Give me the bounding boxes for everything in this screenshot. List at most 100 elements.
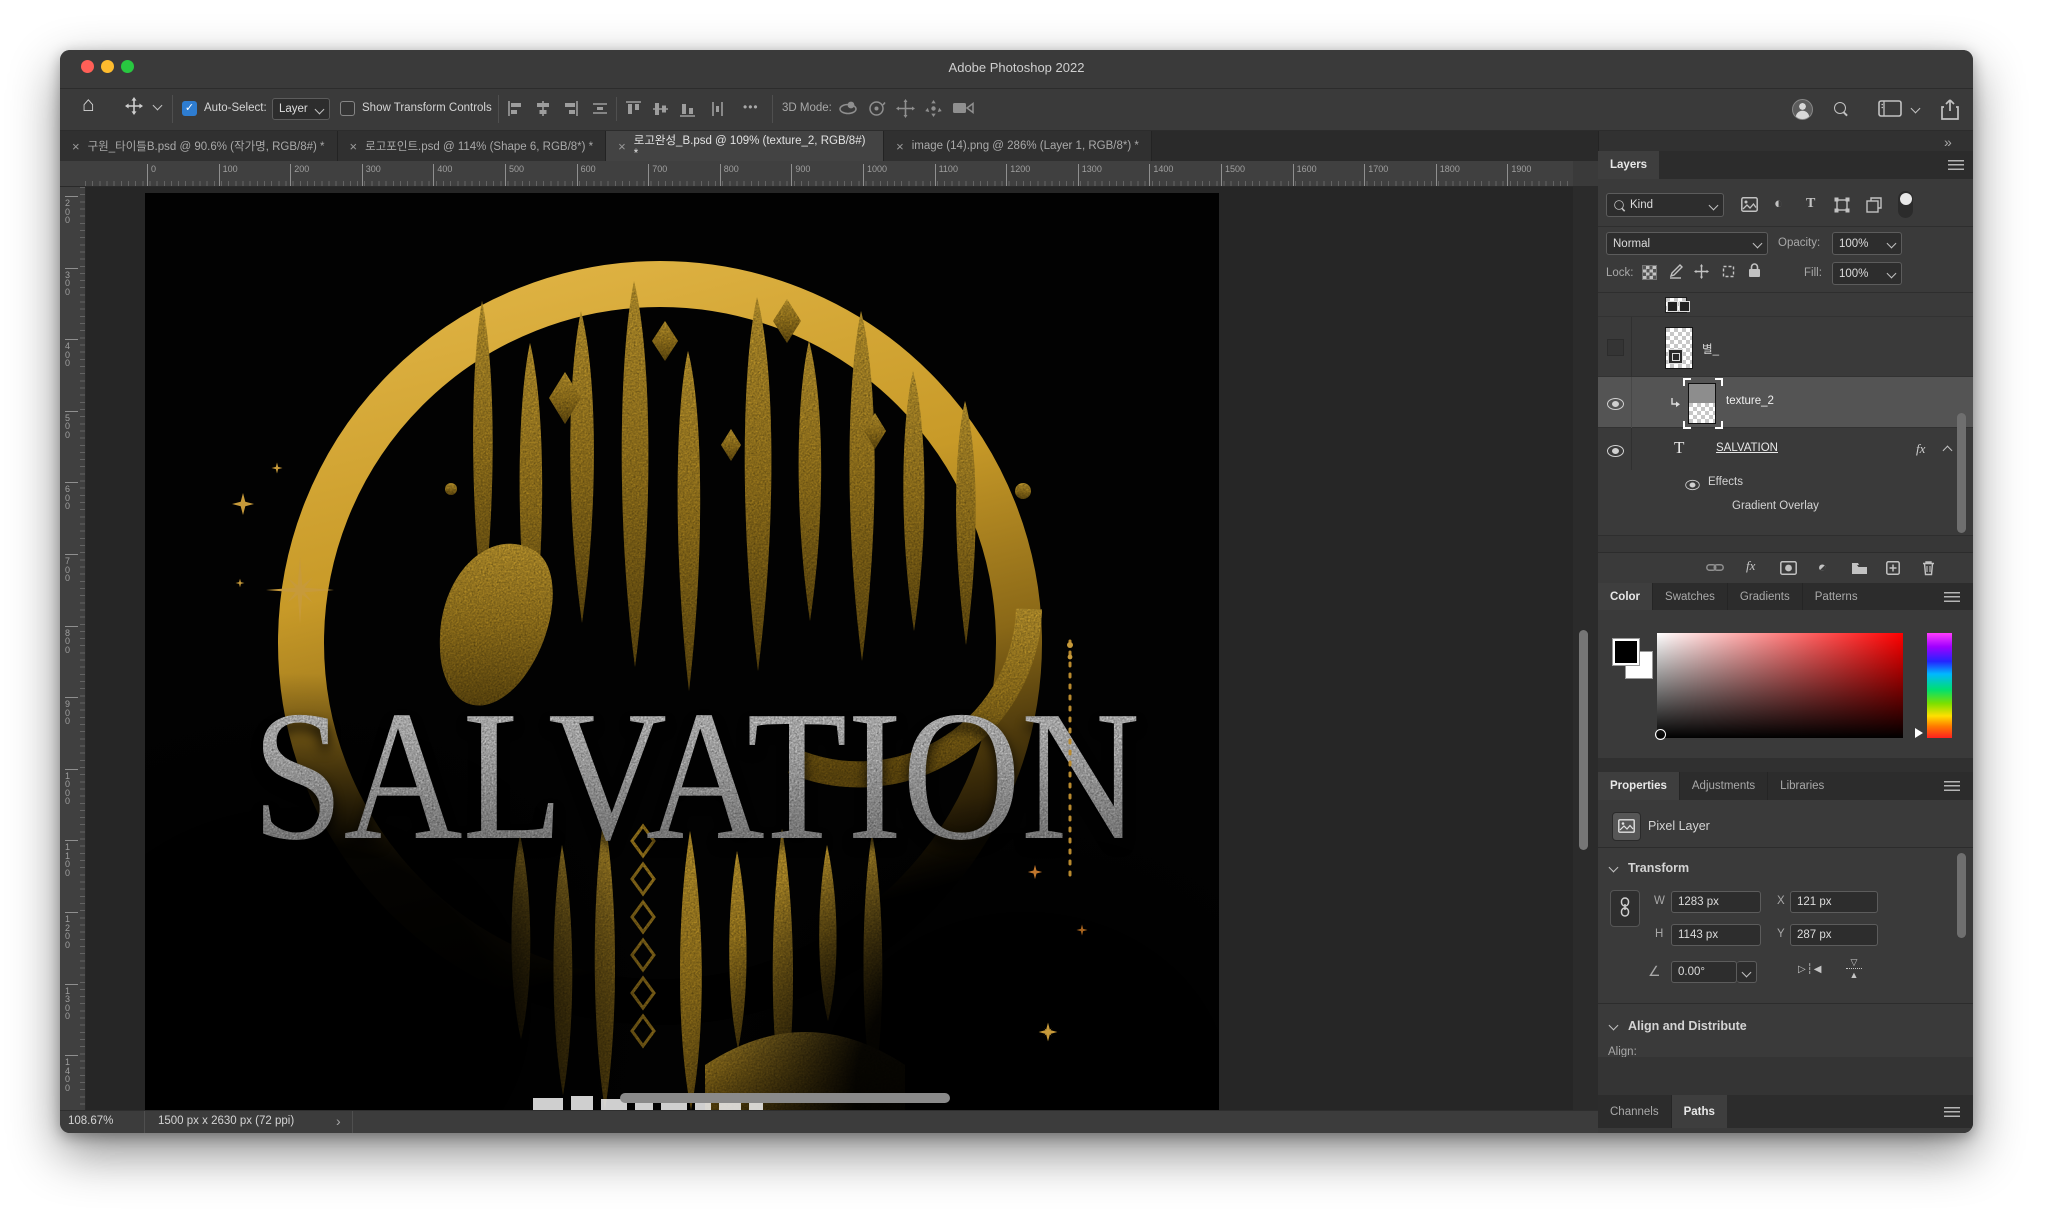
fx-collapse-chevron-icon[interactable] xyxy=(1943,446,1953,456)
tab-properties[interactable]: Properties xyxy=(1598,772,1679,800)
layer-name[interactable]: texture_2 xyxy=(1726,395,1774,407)
delete-layer-icon[interactable] xyxy=(1922,560,1935,576)
filter-smart-objects-icon[interactable] xyxy=(1866,197,1882,213)
layer-style-fx-icon[interactable]: fx xyxy=(1746,558,1755,574)
share-icon[interactable] xyxy=(1940,98,1960,120)
opacity-field[interactable]: 100% xyxy=(1832,232,1902,255)
layer-row-partial[interactable] xyxy=(1598,293,1973,317)
layer-row-star[interactable]: 별_ xyxy=(1598,317,1973,377)
workspace-chevron-icon[interactable] xyxy=(1911,104,1921,114)
filter-shape-layers-icon[interactable] xyxy=(1834,197,1850,213)
tab-color[interactable]: Color xyxy=(1598,583,1652,610)
x-field[interactable]: 121 px xyxy=(1790,891,1878,913)
canvas[interactable]: SALVATION SALVATION SALVATION xyxy=(145,193,1219,1110)
effect-name[interactable]: Gradient Overlay xyxy=(1732,500,1819,512)
align-right-edges-icon[interactable] xyxy=(562,101,578,116)
distribute-horizontal-icon[interactable] xyxy=(592,101,608,116)
tab-channels[interactable]: Channels xyxy=(1598,1095,1671,1128)
doc-tab-3-active[interactable]: × 로고완성_B.psd @ 109% (texture_2, RGB/8#) … xyxy=(606,131,884,161)
align-vertical-centers-icon[interactable] xyxy=(653,101,668,117)
lock-artboard-icon[interactable] xyxy=(1721,264,1736,279)
foreground-color-swatch[interactable] xyxy=(1612,638,1640,666)
tab-libraries[interactable]: Libraries xyxy=(1767,772,1836,800)
link-layers-icon[interactable] xyxy=(1706,562,1724,573)
layer-row-salvation[interactable]: T SALVATION fx xyxy=(1598,428,1973,470)
new-group-icon[interactable] xyxy=(1851,562,1868,575)
close-icon[interactable]: × xyxy=(350,139,358,154)
align-collapse-chevron-icon[interactable] xyxy=(1609,1021,1619,1031)
fil​ter-adjustment-layers-icon[interactable]: ◐ xyxy=(1774,196,1783,212)
distribute-vertical-icon[interactable] xyxy=(710,101,725,117)
blend-mode-dropdown[interactable]: Normal xyxy=(1606,232,1768,255)
3d-roll-icon[interactable] xyxy=(867,99,886,118)
tab-swatches[interactable]: Swatches xyxy=(1652,583,1727,610)
move-tool-chevron-icon[interactable] xyxy=(153,101,163,111)
close-icon[interactable]: × xyxy=(896,139,904,154)
filter-pixel-layers-icon[interactable] xyxy=(1741,197,1758,212)
zoom-level[interactable]: 108.67% xyxy=(68,1115,113,1127)
layer-filter-dropdown[interactable]: Kind xyxy=(1606,193,1724,217)
layer-name[interactable]: 별_ xyxy=(1702,341,1719,357)
properties-scrollbar[interactable] xyxy=(1957,853,1966,938)
wh-link-button[interactable] xyxy=(1610,890,1640,927)
color-picker-ring[interactable] xyxy=(1655,729,1666,740)
doc-tab-2[interactable]: × 로고포인트.psd @ 114% (Shape 6, RGB/8*) * xyxy=(338,131,607,161)
3d-camera-icon[interactable] xyxy=(953,101,975,115)
gradient-overlay-row[interactable]: Gradient Overlay xyxy=(1598,496,1973,520)
tab-patterns[interactable]: Patterns xyxy=(1802,583,1870,610)
effects-row[interactable]: Effects xyxy=(1598,470,1973,496)
show-transform-checkbox[interactable] xyxy=(340,101,355,116)
doc-info[interactable]: 1500 px x 2630 px (72 ppi) xyxy=(158,1115,294,1127)
horizontal-scrollbar[interactable] xyxy=(620,1093,950,1103)
align-top-edges-icon[interactable] xyxy=(626,101,641,117)
hue-strip[interactable] xyxy=(1927,633,1952,738)
visibility-eye-icon[interactable] xyxy=(1607,445,1624,457)
more-align-options-icon[interactable]: ••• xyxy=(743,100,759,114)
transform-collapse-chevron-icon[interactable] xyxy=(1609,863,1619,873)
layers-menu-icon[interactable] xyxy=(1948,160,1964,170)
lock-position-icon[interactable] xyxy=(1694,264,1709,279)
bottom-panel-menu-icon[interactable] xyxy=(1944,1107,1960,1117)
vertical-scrollbar[interactable] xyxy=(1579,630,1588,850)
3d-pan-icon[interactable] xyxy=(896,99,915,118)
lock-transparent-icon[interactable] xyxy=(1642,265,1657,280)
layer-row-texture2-selected[interactable]: texture_2 xyxy=(1598,377,1973,428)
align-horizontal-centers-icon[interactable] xyxy=(535,101,551,116)
saturation-brightness-field[interactable] xyxy=(1657,633,1903,738)
close-icon[interactable]: × xyxy=(72,139,80,154)
effects-eye-icon[interactable] xyxy=(1685,480,1699,490)
filter-toggle[interactable] xyxy=(1898,191,1913,218)
doc-tab-4[interactable]: × image (14).png @ 286% (Layer 1, RGB/8*… xyxy=(884,131,1152,161)
tab-paths[interactable]: Paths xyxy=(1671,1095,1727,1128)
auto-select-checkbox[interactable] xyxy=(182,101,197,116)
adjustment-layer-icon[interactable]: ◐ xyxy=(1813,558,1831,576)
home-icon[interactable]: ⌂ xyxy=(82,93,95,117)
visibility-toggle[interactable] xyxy=(1607,339,1624,356)
3d-slide-icon[interactable] xyxy=(924,99,943,118)
y-field[interactable]: 287 px xyxy=(1790,924,1878,946)
status-chevron-icon[interactable]: › xyxy=(336,1113,341,1129)
horizontal-ruler[interactable]: 0100200300400500600700800900100011001200… xyxy=(85,161,1573,187)
flip-vertical-icon[interactable]: ▽ ▲ xyxy=(1846,958,1862,979)
layer-thumbnail[interactable] xyxy=(1688,383,1716,424)
new-layer-icon[interactable] xyxy=(1886,561,1900,575)
color-menu-icon[interactable] xyxy=(1944,592,1960,602)
add-mask-icon[interactable] xyxy=(1780,561,1797,575)
layers-scrollbar[interactable] xyxy=(1957,413,1966,533)
align-bottom-edges-icon[interactable] xyxy=(680,101,695,117)
tab-layers[interactable]: Layers xyxy=(1598,151,1659,179)
tab-adjustments[interactable]: Adjustments xyxy=(1679,772,1767,800)
collapse-panels-icon[interactable]: » xyxy=(1944,134,1952,150)
angle-dropdown[interactable] xyxy=(1737,961,1757,983)
align-left-edges-icon[interactable] xyxy=(508,101,524,116)
lock-image-icon[interactable] xyxy=(1668,264,1683,279)
account-avatar[interactable] xyxy=(1792,99,1813,120)
filter-type-layers-icon[interactable]: T xyxy=(1806,196,1815,212)
workspace-switcher-icon[interactable] xyxy=(1878,100,1902,117)
search-icon[interactable] xyxy=(1834,102,1846,114)
angle-field[interactable]: 0.00° xyxy=(1671,961,1737,983)
fx-badge[interactable]: fx xyxy=(1916,441,1925,457)
fill-field[interactable]: 100% xyxy=(1832,262,1902,285)
properties-menu-icon[interactable] xyxy=(1944,781,1960,791)
close-icon[interactable]: × xyxy=(618,139,626,154)
